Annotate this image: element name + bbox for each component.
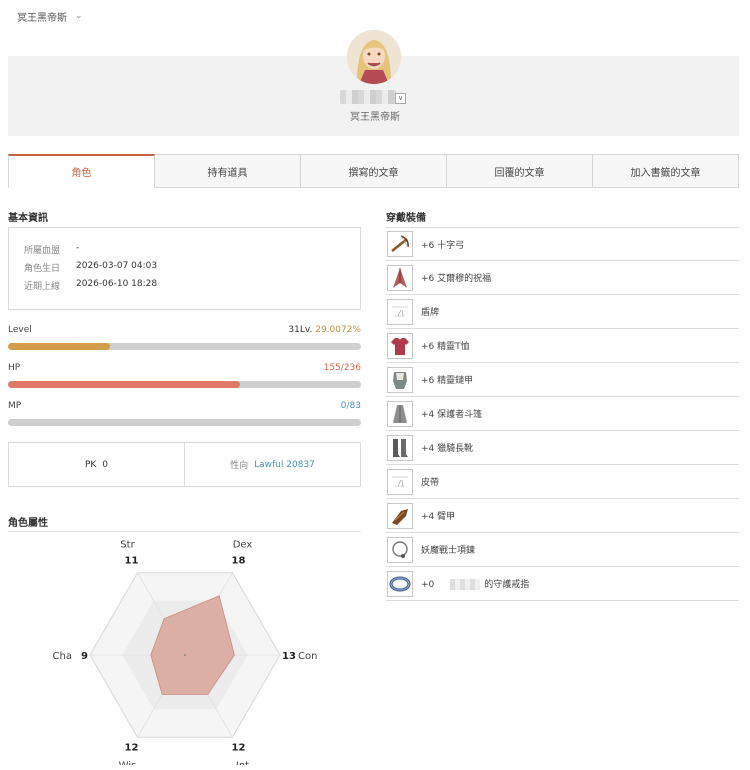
equipment-name: 妖魔戰士項鍊	[421, 546, 476, 556]
radar-value-label: 9	[81, 651, 88, 662]
gauntlet-icon	[387, 502, 413, 529]
avatar	[347, 30, 401, 84]
radar-axis-label: Con	[298, 651, 317, 662]
level-number: 31Lv.	[288, 325, 313, 335]
tab-bookmarked-posts[interactable]: 加入書籤的文章	[593, 154, 739, 188]
alignment-label: 性向	[230, 461, 249, 471]
info-row-last-login: 近期上線 2026-06-10 18:28	[24, 279, 157, 292]
profile-server-name: 冥王黑帝斯	[350, 112, 400, 123]
equipment-name: 皮帶	[421, 478, 440, 488]
ring-icon	[387, 570, 413, 597]
equipment-list: +6 十字弓 +6 艾爾穆的祝福 盾牌 +6 精靈T恤 +6 精靈鏈甲 +4 保護者斗篷 +…	[386, 227, 739, 601]
equipment-title: 穿戴裝備	[386, 213, 426, 224]
empty-slot-icon	[387, 468, 413, 495]
basic-info-title: 基本資訊	[8, 213, 48, 224]
radar-axis-label: Str	[120, 540, 135, 550]
hp-label: HP	[8, 363, 21, 373]
radar-axis-label: Cha	[53, 651, 72, 662]
redacted-name	[450, 579, 481, 590]
mp-label: MP	[8, 401, 22, 411]
hp-value: 155/236	[323, 363, 361, 373]
character-name-redacted	[340, 90, 396, 104]
equipment-item[interactable]: +4 臂甲	[386, 499, 739, 533]
hp-bar-fill	[8, 381, 240, 388]
equipment-name: 盾牌	[421, 308, 440, 318]
attributes-divider	[8, 531, 361, 532]
equipment-name-suffix: 的守護戒指	[484, 580, 530, 590]
level-label: Level	[8, 325, 32, 335]
equipment-name: +6 精靈鏈甲	[421, 376, 474, 386]
tshirt-icon	[387, 332, 413, 359]
equipment-name: +4 保護者斗篷	[421, 410, 483, 420]
server-selector[interactable]: 冥王黑帝斯 ⌄	[17, 9, 83, 25]
tab-replied-posts[interactable]: 回覆的文章	[447, 154, 593, 188]
equipment-item[interactable]: 皮帶	[386, 465, 739, 499]
chevron-down-icon: ⌄	[75, 10, 83, 21]
pk-label: PK	[84, 459, 97, 470]
equipment-item[interactable]: 盾牌	[386, 295, 739, 329]
info-value: 2026-06-10 18:28	[76, 279, 158, 289]
info-label: 所屬血盟	[24, 246, 61, 256]
equipment-name: +6 艾爾穆的祝福	[421, 274, 492, 284]
info-row-birthday: 角色生日 2026-03-07 04:03	[24, 261, 157, 274]
equipment-name: +6 十字弓	[421, 240, 465, 251]
radar-value-label: 11	[125, 555, 139, 566]
equipment-item[interactable]: +6 艾爾穆的祝福	[386, 261, 739, 295]
alignment-value: Lawful 20837	[254, 459, 315, 470]
equipment-item[interactable]: +4 保護者斗篷	[386, 397, 739, 431]
tab-character[interactable]: 角色	[8, 154, 155, 188]
boots-icon	[387, 434, 413, 461]
mp-bar	[8, 419, 361, 426]
necklace-icon	[387, 536, 413, 563]
equipment-name: +4 獵騎長靴	[421, 444, 474, 454]
pk-cell: PK 0	[9, 443, 184, 486]
equipment-item[interactable]: +0 的守護戒指	[386, 567, 739, 601]
radar-axis-label: Int	[236, 761, 249, 765]
equipment-item[interactable]: +4 獵騎長靴	[386, 431, 739, 465]
pk-value: 0	[102, 459, 109, 470]
info-value: -	[76, 243, 80, 253]
crossbow-icon	[387, 231, 413, 257]
radar-value-label: 13	[282, 651, 296, 662]
attributes-title: 角色屬性	[8, 518, 48, 529]
level-percent: 29.0072%	[315, 325, 361, 335]
radar-value-label: 18	[232, 555, 246, 566]
mp-value: 0/83	[340, 401, 361, 411]
info-label: 近期上線	[24, 282, 61, 292]
tab-inventory[interactable]: 持有道具	[155, 154, 301, 188]
level-bar-fill	[8, 343, 111, 350]
info-label: 角色生日	[24, 264, 61, 274]
attribute-radar-chart: Str 11 Dex 18 Con13 Int 12 Wis 12 Cha 9	[53, 540, 318, 765]
info-row-clan: 所屬血盟 -	[24, 243, 79, 256]
level-value: 31Lv. 29.0072%	[288, 325, 361, 335]
radar-axis-label: Dex	[233, 540, 253, 550]
radar-axis-label: Wis	[119, 761, 137, 765]
cloak-icon	[387, 264, 413, 291]
server-selector-label: 冥王黑帝斯	[17, 13, 67, 24]
radar-value-label: 12	[232, 743, 246, 754]
level-bar	[8, 343, 361, 350]
hp-bar	[8, 381, 361, 388]
equipment-name: +0 的守護戒指	[421, 579, 530, 590]
pk-alignment-box: PK 0 性向 Lawful 20837	[8, 442, 361, 487]
equipment-name: +4 臂甲	[421, 512, 456, 522]
equipment-item[interactable]: +6 十字弓	[386, 227, 739, 261]
alignment-cell: 性向 Lawful 20837	[184, 443, 360, 486]
equipment-item[interactable]: 妖魔戰士項鍊	[386, 533, 739, 567]
radar-center	[184, 654, 186, 656]
radar-value-label: 12	[125, 743, 139, 754]
basic-info-box: 所屬血盟 - 角色生日 2026-03-07 04:03 近期上線 2026-0…	[8, 227, 361, 310]
tab-written-posts[interactable]: 撰寫的文章	[301, 154, 447, 188]
equipment-name: +6 精靈T恤	[421, 342, 470, 352]
equipment-item[interactable]: +6 精靈T恤	[386, 329, 739, 363]
cape-icon	[387, 400, 413, 427]
empty-slot-icon	[387, 298, 413, 325]
character-dropdown-icon[interactable]: ∨	[395, 93, 406, 104]
profile-tabs: 角色 持有道具 撰寫的文章 回覆的文章 加入書籤的文章	[8, 154, 739, 188]
info-value: 2026-03-07 04:03	[76, 261, 158, 271]
armor-icon	[387, 366, 413, 393]
equipment-item[interactable]: +6 精靈鏈甲	[386, 363, 739, 397]
